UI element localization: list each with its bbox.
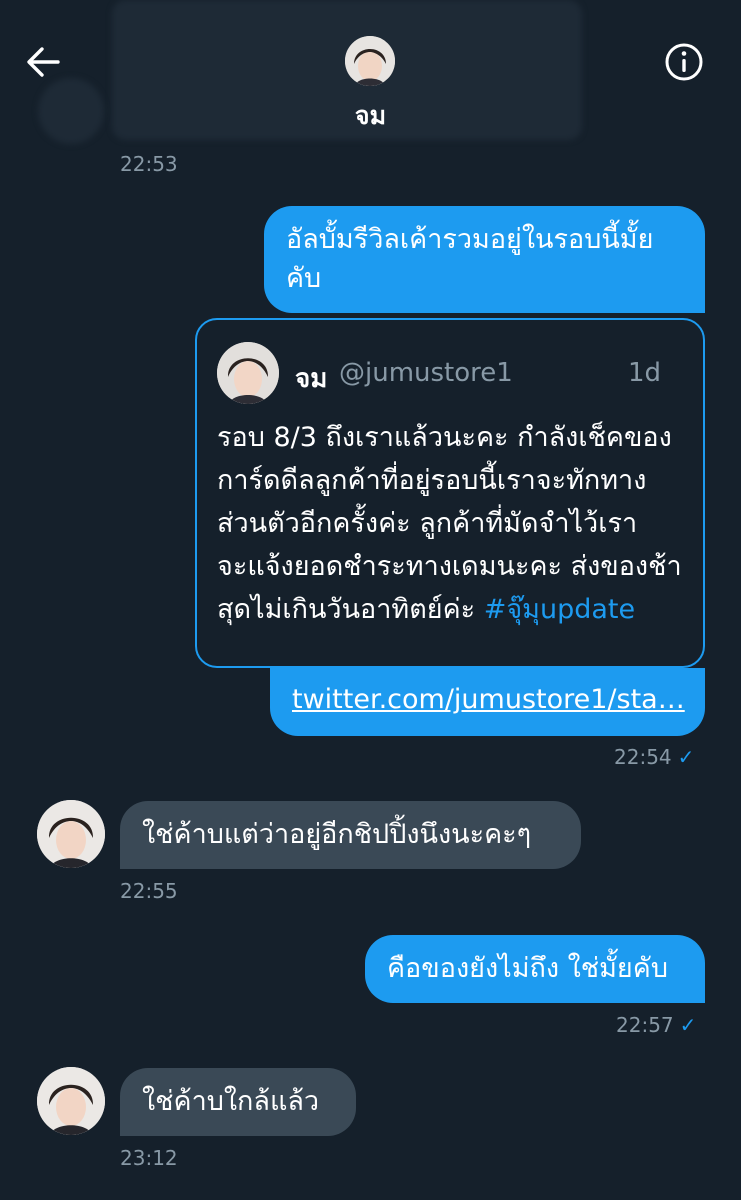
- arrow-left-icon: [27, 47, 60, 77]
- outgoing-message[interactable]: คือของยังไม่ถึง ใช่มั้ยคับ: [365, 935, 705, 1003]
- message-text: ใช่ค้าบแต่ว่าอยู่อีกชิปปิ้งนึงนะคะๆ: [142, 819, 532, 850]
- incoming-message[interactable]: ใช่ค้าบแต่ว่าอยู่อีกชิปปิ้งนึงนะคะๆ: [120, 801, 581, 869]
- quoted-tweet-text: รอบ 8/3 ถึงเราแล้วนะคะ กำลังเช็คของการ์ด…: [217, 416, 687, 631]
- outgoing-message[interactable]: อัลบั้มรีวิลเค้ารวมอยู่ในรอบนี้มั้ยคับ: [264, 206, 705, 313]
- quoted-tweet-handle: @jumustore1: [339, 358, 513, 388]
- message-timestamp: 23:12: [120, 1146, 178, 1170]
- header-avatar[interactable]: [345, 36, 395, 86]
- check-icon: ✓: [679, 1013, 697, 1037]
- quoted-tweet-author-name: จม: [295, 364, 328, 394]
- quoted-tweet-card[interactable]: จม @jumustore1 1d รอบ 8/3 ถึงเราแล้วนะคะ…: [195, 318, 705, 668]
- conversation-header: จม: [0, 0, 741, 150]
- quoted-tweet-age: 1d: [627, 358, 661, 388]
- message-text: ใช่ค้าบใกล้แล้ว: [142, 1086, 320, 1117]
- tweet-link[interactable]: twitter.com/jumustore1/sta…: [270, 668, 705, 736]
- back-button[interactable]: [22, 40, 66, 84]
- check-icon: ✓: [677, 745, 695, 769]
- message-timestamp: 22:55: [120, 879, 178, 903]
- timestamp-text: 22:54: [614, 745, 672, 769]
- hashtag-link[interactable]: #จุ๊มุupdate: [484, 594, 635, 625]
- timestamp-text: 22:57: [616, 1013, 674, 1037]
- message-timestamp: 22:54 ✓: [614, 745, 694, 769]
- message-text: คือของยังไม่ถึง ใช่มั้ยคับ: [387, 953, 668, 984]
- sender-avatar[interactable]: [37, 800, 105, 868]
- conversation-name[interactable]: จม: [0, 96, 741, 136]
- incoming-message[interactable]: ใช่ค้าบใกล้แล้ว: [120, 1068, 356, 1136]
- message-timestamp: 22:57 ✓: [616, 1013, 696, 1037]
- info-circle-icon: [665, 43, 703, 81]
- info-button[interactable]: [662, 40, 706, 84]
- message-timestamp: 22:53: [120, 152, 178, 176]
- sender-avatar[interactable]: [37, 1067, 105, 1135]
- message-text: อัลบั้มรีวิลเค้ารวมอยู่ในรอบนี้มั้ยคับ: [286, 224, 654, 294]
- quoted-tweet-avatar: [217, 342, 279, 404]
